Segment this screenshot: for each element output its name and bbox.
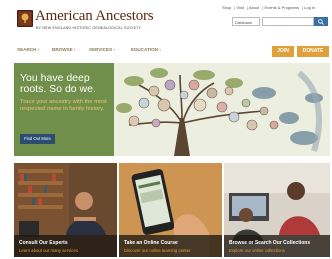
feature-tiles: Consult Our Experts Learn about our many… [14, 163, 330, 257]
logo-title[interactable]: American Ancestors [35, 8, 154, 25]
hero-text-panel: You have deep roots. So do we. Trace you… [14, 63, 114, 156]
join-button[interactable]: JOIN [272, 46, 294, 57]
tile-browse-collections[interactable]: Browse or Search Our Collections Explore… [224, 163, 330, 257]
tile-title[interactable]: Browse or Search Our Collections [229, 240, 310, 246]
link-login[interactable]: Log In [304, 5, 315, 10]
tile-online-course[interactable]: Take an Online Course Discover our onlin… [119, 163, 222, 257]
nav-browse[interactable]: BROWSE › [52, 47, 75, 52]
tile-subtitle[interactable]: Discover our online learning center [124, 248, 190, 253]
tile-subtitle[interactable]: Learn about our many services [19, 248, 78, 253]
logo-subtitle: BY NEW ENGLAND HISTORIC GENEALOGICAL SOC… [36, 26, 142, 30]
link-events[interactable]: Events & Programs [265, 5, 299, 10]
tile-caption: Consult Our Experts Learn about our many… [14, 235, 117, 257]
tile-consult-experts[interactable]: Consult Our Experts Learn about our many… [14, 163, 117, 257]
search-input[interactable] [262, 17, 314, 26]
tile-caption: Take an Online Course Discover our onlin… [119, 235, 222, 257]
link-about[interactable]: About [249, 5, 259, 10]
family-tree-illustration [114, 63, 330, 156]
link-shop[interactable]: Shop [222, 5, 231, 10]
nav-education[interactable]: EDUCATION › [131, 47, 161, 52]
nav-search[interactable]: SEARCH › [17, 47, 39, 52]
tile-title[interactable]: Take an Online Course [124, 240, 178, 246]
link-visit[interactable]: Visit [237, 5, 244, 10]
search-button[interactable] [314, 17, 328, 26]
tile-subtitle[interactable]: Explore our online collections [229, 248, 285, 253]
tile-caption: Browse or Search Our Collections Explore… [224, 235, 330, 257]
find-out-more-button[interactable]: Find Out More [20, 134, 55, 144]
utility-links: Shop | Visit | About | Events & Programs | L… [222, 5, 316, 10]
hero-banner: You have deep roots. So do we. Trace you… [14, 63, 330, 156]
logo-tree-icon[interactable] [17, 10, 33, 27]
hero-heading: You have deep roots. So do we. [20, 72, 96, 95]
nav-services[interactable]: SERVICES › [89, 47, 115, 52]
page: American Ancestors BY NEW ENGLAND HISTOR… [14, 2, 330, 257]
tile-title[interactable]: Consult Our Experts [19, 240, 68, 246]
hero-text: Trace your ancestry with the most respec… [20, 99, 107, 112]
donate-button[interactable]: DONATE [297, 46, 329, 57]
search-scope-select[interactable]: Database [232, 17, 260, 26]
search-icon [318, 19, 324, 25]
